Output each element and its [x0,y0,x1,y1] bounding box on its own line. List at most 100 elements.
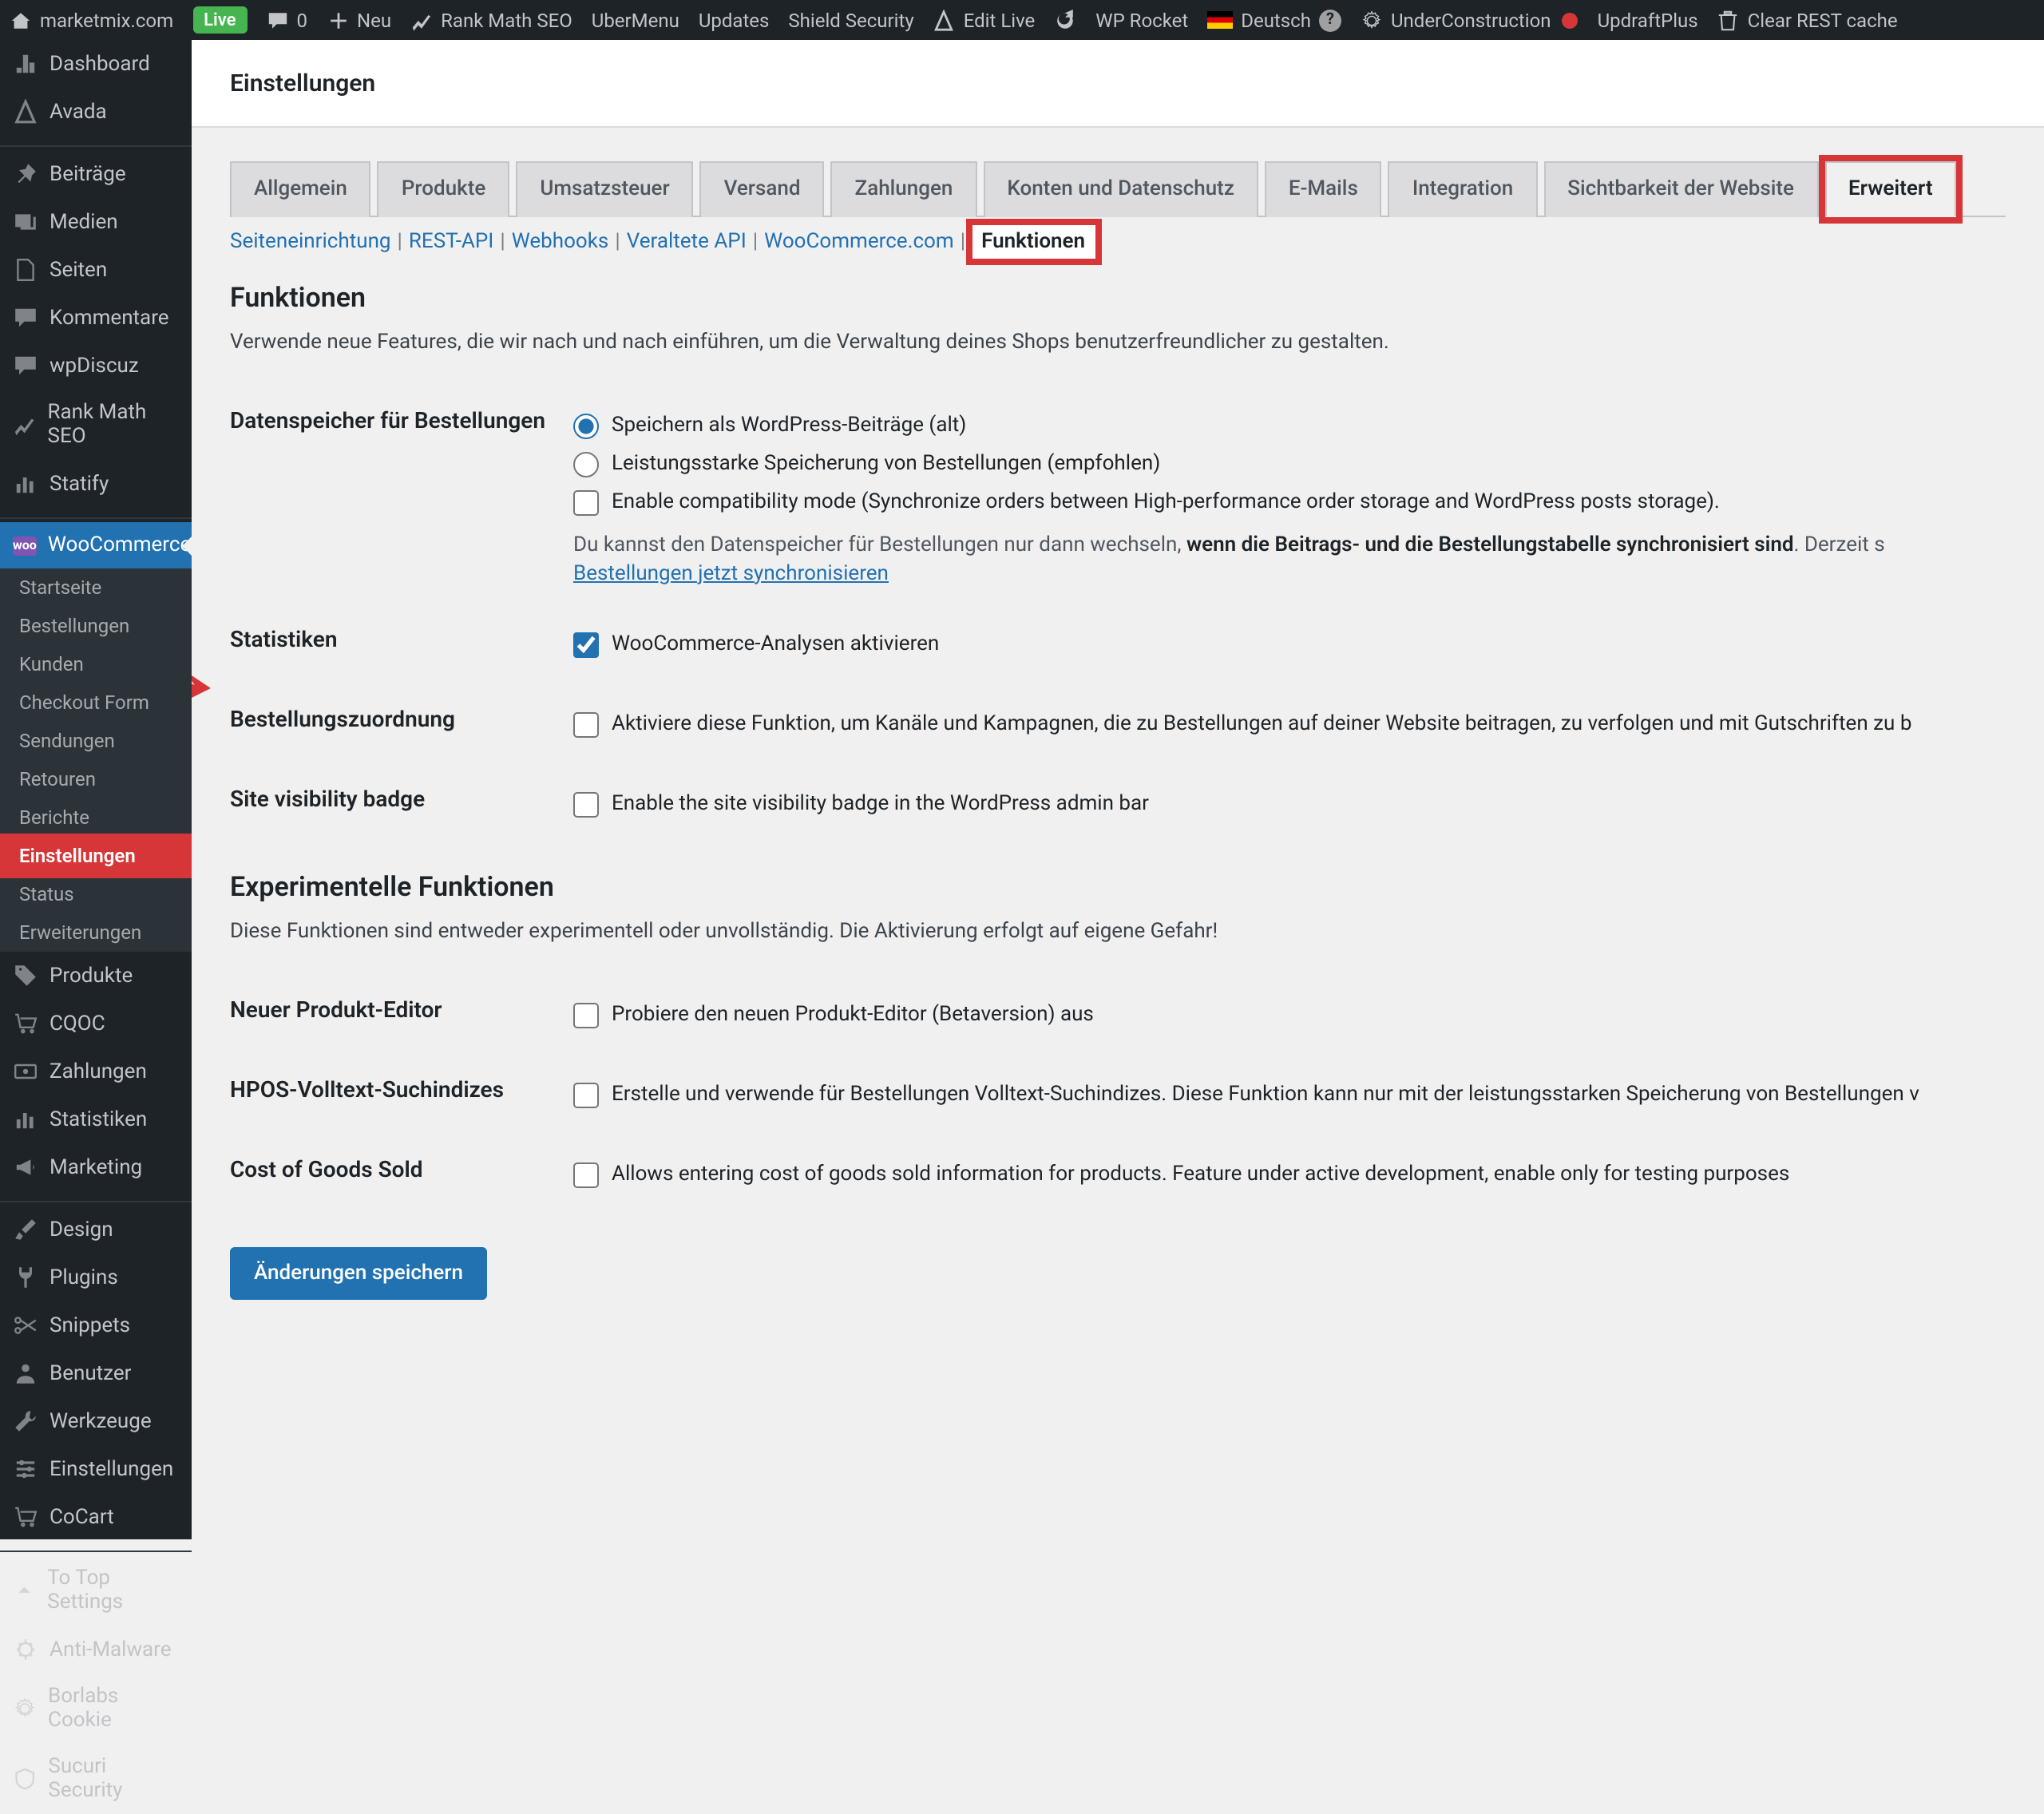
sidebar-item-plugins[interactable]: Plugins [0,1254,192,1301]
subtab-woocommercecom[interactable]: WooCommerce.com [764,230,954,254]
sidebar-item-produkte[interactable]: Produkte [0,952,192,1000]
sidebar-item-woocommerce[interactable]: woo WooCommerce [0,522,192,568]
page-header: Einstellungen [192,40,2044,128]
checkbox-row-stats[interactable]: WooCommerce-Analysen aktivieren [573,631,2006,659]
radio-row-hpos[interactable]: Leistungsstarke Speicherung von Bestellu… [573,450,2006,479]
checkbox-hposfts[interactable] [573,1082,599,1107]
sidebar-item-einstellungen[interactable]: Einstellungen [0,1445,192,1493]
comment-icon [13,305,38,331]
checkbox-cogs[interactable] [573,1162,599,1188]
sidebar-item-zahlungen[interactable]: Zahlungen [0,1048,192,1095]
sidebar-item-statify[interactable]: Statify [0,460,192,508]
section-heading-experimental: Experimentelle Funktionen [230,871,2006,903]
adminbar-live-badge[interactable]: Live [192,6,247,34]
row-label-cogs: Cost of Goods Sold [230,1135,573,1215]
tab-versand[interactable]: Versand [700,161,825,217]
tab-integration[interactable]: Integration [1388,161,1537,217]
checkbox-row-hposfts[interactable]: Erstelle und verwende für Bestellungen V… [573,1080,2006,1109]
adminbar-ubermenu[interactable]: UberMenu [592,9,679,31]
checkbox-compat[interactable] [573,491,599,517]
adminbar-rankmath[interactable]: Rank Math SEO [410,9,572,31]
sidebar-item-sucuri-security[interactable]: Sucuri Security [0,1744,192,1814]
sidebar-sub-erweiterungen[interactable]: Erweiterungen [0,913,192,952]
adminbar-site[interactable]: marketmix.com [10,9,173,31]
adminbar-updraft[interactable]: UpdraftPlus [1598,9,1698,31]
sidebar-sub-startseite[interactable]: Startseite [0,568,192,607]
sidebar-item-cqoc[interactable]: CQOC [0,1000,192,1048]
adminbar-shield[interactable]: Shield Security [788,9,913,31]
cart-icon [13,1011,38,1036]
tab-umsatzsteuer[interactable]: Umsatzsteuer [516,161,693,217]
sidebar-item-werkzeuge[interactable]: Werkzeuge [0,1397,192,1445]
sync-orders-link[interactable]: Bestellungen jetzt synchronisieren [573,562,889,586]
subtab-funktionen[interactable]: Funktionen [972,225,1095,259]
tab-produkte[interactable]: Produkte [378,161,509,217]
sidebar-item-beiträge[interactable]: Beiträge [0,150,192,198]
comment-icon [13,353,38,378]
adminbar-comments[interactable]: 0 [267,9,308,31]
sidebar-item-rank-math-seo[interactable]: Rank Math SEO [0,390,192,460]
sidebar-item-snippets[interactable]: Snippets [0,1301,192,1349]
sidebar-sub-sendungen[interactable]: Sendungen [0,722,192,760]
save-button[interactable]: Änderungen speichern [230,1247,487,1300]
tab-erweitert[interactable]: Erweitert [1824,161,1957,217]
adminbar-language[interactable]: Deutsch? [1207,9,1341,31]
adminbar-editlive[interactable]: Edit Live [933,9,1036,31]
checkbox-stats[interactable] [573,632,599,658]
checkbox-row-visibility[interactable]: Enable the site visibility badge in the … [573,791,2006,820]
checkbox-row-compat[interactable]: Enable compatibility mode (Synchronize o… [573,489,2006,518]
checkbox-row-npe[interactable]: Probiere den neuen Produkt-Editor (Betav… [573,1000,2006,1029]
sidebar-sub-kunden[interactable]: Kunden [0,645,192,683]
sidebar-item-benutzer[interactable]: Benutzer [0,1349,192,1397]
adminbar-wprocket[interactable]: WP Rocket [1095,9,1188,31]
adminbar-refresh[interactable] [1054,9,1076,31]
sidebar-item-seiten[interactable]: Seiten [0,246,192,294]
subtab-rest-api[interactable]: REST-API [409,230,493,254]
checkbox-row-cogs[interactable]: Allows entering cost of goods sold infor… [573,1161,2006,1190]
sidebar-sub-retouren[interactable]: Retouren [0,760,192,798]
sidebar-item-wpdiscuz[interactable]: wpDiscuz [0,342,192,390]
row-label-datastore: Datenspeicher für Bestellungen [230,386,573,605]
sidebar-item-dashboard[interactable]: Dashboard [0,40,192,88]
tab-sichtbarkeit-der-website[interactable]: Sichtbarkeit der Website [1543,161,1818,217]
checkbox-row-attribution[interactable]: Aktiviere diese Funktion, um Kanäle und … [573,711,2006,739]
adminbar-underconstruction[interactable]: UnderConstruction [1361,9,1579,31]
row-label-npe: Neuer Produkt-Editor [230,975,573,1055]
chart-icon [13,412,37,438]
adminbar-updates[interactable]: Updates [699,9,770,31]
subtab-webhooks[interactable]: Webhooks [512,230,609,254]
radio-posts[interactable] [573,414,599,439]
sidebar-item-anti-malware[interactable]: Anti-Malware [0,1626,192,1673]
radio-hpos[interactable] [573,452,599,477]
sidebar-sub-bestellungen[interactable]: Bestellungen [0,607,192,645]
radio-row-posts[interactable]: Speichern als WordPress-Beiträge (alt) [573,412,2006,441]
sidebar-item-marketing[interactable]: Marketing [0,1143,192,1191]
sidebar-item-borlabs-cookie[interactable]: Borlabs Cookie [0,1673,192,1744]
tab-zahlungen[interactable]: Zahlungen [831,161,977,217]
sidebar-sub-berichte[interactable]: Berichte [0,798,192,837]
sidebar-item-medien[interactable]: Medien [0,198,192,246]
checkbox-visibility[interactable] [573,793,599,818]
sidebar-item-design[interactable]: Design [0,1206,192,1254]
subtab-veraltete-api[interactable]: Veraltete API [627,230,747,254]
sidebar-item-kommentare[interactable]: Kommentare [0,294,192,342]
tab-konten-und-datenschutz[interactable]: Konten und Datenschutz [983,161,1258,217]
checkbox-attribution[interactable] [573,712,599,738]
adminbar-clearrest[interactable]: Clear REST cache [1717,9,1898,31]
gear-icon [13,1696,37,1721]
sidebar-item-to-top-settings[interactable]: To Top Settings [0,1555,192,1626]
subtab-seiteneinrichtung[interactable]: Seiteneinrichtung [230,230,391,254]
sidebar-item-cocart[interactable]: CoCart [0,1493,192,1541]
sidebar-sub-einstellungen[interactable]: Einstellungen [0,837,192,875]
sidebar-item-statistiken[interactable]: Statistiken [0,1095,192,1143]
checkbox-npe[interactable] [573,1002,599,1028]
tab-e-mails[interactable]: E-Mails [1265,161,1382,217]
section-description-experimental: Diese Funktionen sind entweder experimen… [230,919,2006,943]
tab-allgemein[interactable]: Allgemein [230,161,371,217]
adminbar-new[interactable]: Neu [327,9,391,31]
shield-icon [13,1766,37,1792]
sidebar-item-avada[interactable]: Avada [0,88,192,136]
sidebar-sub-checkout-form[interactable]: Checkout Form [0,683,192,722]
sidebar-submenu: StartseiteBestellungenKundenCheckout For… [0,568,192,952]
sidebar-sub-status[interactable]: Status [0,875,192,913]
